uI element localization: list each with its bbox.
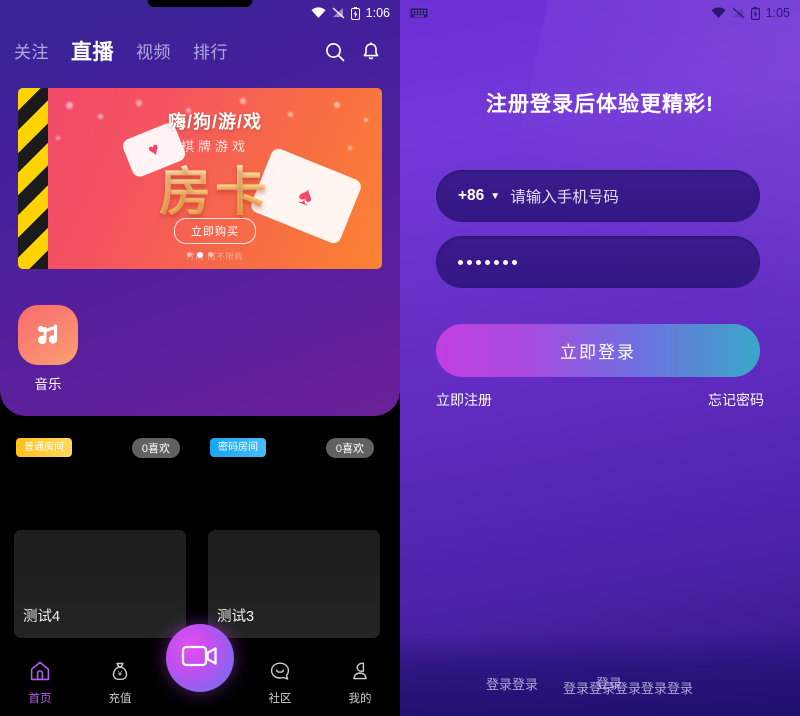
status-time-right: 1:05 xyxy=(765,6,790,20)
profile-icon xyxy=(348,659,372,686)
password-input-field[interactable] xyxy=(436,236,760,288)
banner-stripe-decor xyxy=(18,88,48,269)
top-nav-bar: 关注 直播 视频 排行 xyxy=(0,30,400,74)
battery-icon xyxy=(350,6,360,20)
left-phone-screen: 1:06 关注 直播 视频 排行 嗨/狗/游/戏 棋牌游戏 房卡 立即购买 时间… xyxy=(0,0,400,716)
room-card-2[interactable]: 密码房间 0喜欢 测试3 xyxy=(208,430,380,640)
room-badge-password: 密码房间 xyxy=(210,438,266,457)
home-icon xyxy=(28,659,52,686)
banner-dot-2[interactable] xyxy=(197,252,203,258)
banner-title: 房卡 xyxy=(48,150,382,225)
nav-label-home: 首页 xyxy=(28,693,52,705)
forgot-password-link[interactable]: 忘记密码 xyxy=(708,390,764,410)
bell-icon[interactable] xyxy=(356,37,386,67)
search-icon[interactable] xyxy=(320,37,350,67)
footer-overlap-area: 登录登录 登录登录登录登录登录 登录 xyxy=(400,632,800,716)
community-smile-icon xyxy=(268,659,292,686)
nav-item-profile[interactable]: 我的 xyxy=(320,659,400,706)
tab-live[interactable]: 直播 xyxy=(71,42,114,63)
nav-label-profile: 我的 xyxy=(348,693,372,705)
room-name-1: 测试4 xyxy=(23,609,61,625)
dual-phone-screenshot: 1:06 关注 直播 视频 排行 嗨/狗/游/戏 棋牌游戏 房卡 立即购买 时间… xyxy=(0,0,800,716)
banner-dot-1[interactable] xyxy=(187,252,192,257)
svg-text:¥: ¥ xyxy=(118,669,123,678)
banner-dot-indicator[interactable] xyxy=(187,252,213,258)
status-time-left: 1:06 xyxy=(365,6,390,20)
nav-item-recharge[interactable]: ¥ 充值 xyxy=(80,659,160,706)
wifi-icon xyxy=(711,7,726,19)
signal-off-icon xyxy=(732,7,745,19)
room-thumbnail-1[interactable]: 测试4 xyxy=(14,530,186,638)
banner-tagline: 嗨/狗/游/戏 xyxy=(167,112,262,132)
banner-footer-note: 时间 限不限购 xyxy=(186,252,244,261)
home-header-panel: 1:06 关注 直播 视频 排行 嗨/狗/游/戏 棋牌游戏 房卡 立即购买 时间… xyxy=(0,0,400,416)
music-note-icon xyxy=(18,305,78,365)
ghost-login-text-3: 登录 xyxy=(596,676,623,691)
login-page-title: 注册登录后体验更精彩! xyxy=(486,93,714,116)
room-card-1[interactable]: 普通房间 0喜欢 测试4 xyxy=(14,430,186,640)
login-sub-links: 立即注册 忘记密码 xyxy=(436,390,764,410)
ghost-login-text-2: 登录登录登录登录登录 xyxy=(563,681,694,696)
login-button[interactable]: 立即登录 xyxy=(436,324,760,377)
tab-ranking[interactable]: 排行 xyxy=(193,44,228,61)
room-thumbnail-2[interactable]: 测试3 xyxy=(208,530,380,638)
ghost-login-text-1: 登录登录 xyxy=(486,677,539,692)
banner-dot-3[interactable] xyxy=(208,252,213,257)
tab-follow[interactable]: 关注 xyxy=(14,44,49,61)
category-label-music: 音乐 xyxy=(34,377,62,392)
keyboard-icon xyxy=(410,8,705,18)
category-item-music[interactable]: 音乐 xyxy=(16,305,80,393)
status-bar-right: 1:05 xyxy=(400,0,800,26)
chevron-down-icon[interactable]: ▼ xyxy=(490,191,500,202)
phone-input-placeholder[interactable]: 请输入手机号码 xyxy=(510,185,619,207)
video-camera-icon xyxy=(181,642,219,675)
signal-off-icon xyxy=(332,7,345,19)
nav-item-home[interactable]: 首页 xyxy=(0,659,80,706)
start-live-button[interactable] xyxy=(166,624,234,692)
wifi-icon xyxy=(311,7,326,19)
room-likes-count-1: 0喜欢 xyxy=(131,438,180,458)
screen-notch xyxy=(147,0,253,7)
room-likes-count-2: 0喜欢 xyxy=(325,438,374,458)
banner-content: ♥ ♠ 嗨/狗/游/戏 棋牌游戏 房卡 立即购买 时间 限不限购 xyxy=(48,88,382,269)
money-bag-icon: ¥ xyxy=(108,659,132,686)
promo-banner[interactable]: ♥ ♠ 嗨/狗/游/戏 棋牌游戏 房卡 立即购买 时间 限不限购 xyxy=(18,88,382,269)
battery-icon xyxy=(750,6,760,20)
right-phone-screen: 1:05 注册登录后体验更精彩! +86 ▼ 请输入手机号码 立即登录 立即注册… xyxy=(400,0,800,716)
register-link[interactable]: 立即注册 xyxy=(436,390,492,410)
room-badge-normal: 普通房间 xyxy=(16,438,72,457)
room-name-2: 测试3 xyxy=(217,609,255,625)
password-masked-value xyxy=(458,259,517,265)
banner-buy-button[interactable]: 立即购买 xyxy=(174,218,256,244)
country-code-value[interactable]: +86 xyxy=(458,187,484,205)
nav-item-community[interactable]: 社区 xyxy=(240,659,320,706)
nav-label-recharge: 充值 xyxy=(108,693,132,705)
phone-input-field[interactable]: +86 ▼ 请输入手机号码 xyxy=(436,170,760,222)
tab-video[interactable]: 视频 xyxy=(136,44,171,61)
nav-label-community: 社区 xyxy=(268,693,292,705)
live-room-list: 普通房间 0喜欢 测试4 密码房间 0喜欢 测试3 xyxy=(0,430,400,650)
